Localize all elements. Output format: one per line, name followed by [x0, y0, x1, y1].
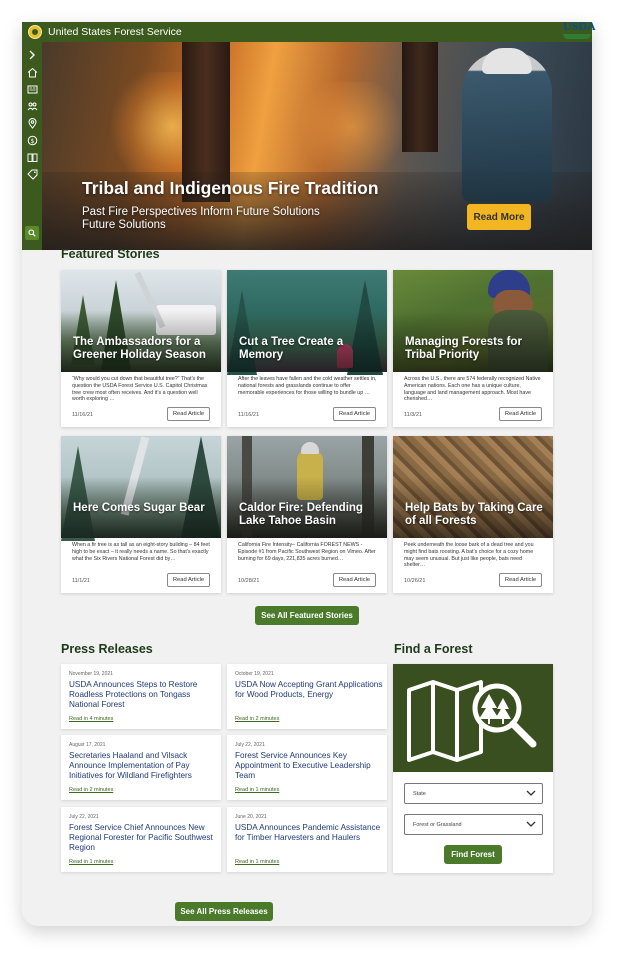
search-icon — [28, 229, 36, 237]
svg-text:$: $ — [30, 138, 34, 145]
hero-subtitle: Past Fire Perspectives Inform Future Sol… — [82, 206, 320, 231]
story-title[interactable]: Help Bats by Taking Care of all Forests — [405, 502, 549, 528]
agency-prefix: United States — [48, 26, 112, 38]
story-date: 11/1/21 — [72, 578, 90, 584]
press-read-time[interactable]: Read in 1 minutes — [69, 859, 113, 865]
press-releases-heading: Press Releases — [61, 642, 153, 656]
story-date: 11/3/21 — [404, 412, 422, 418]
story-card[interactable]: Help Bats by Taking Care of all Forests … — [393, 436, 553, 593]
press-date: July 22, 2021 — [235, 742, 265, 748]
story-title[interactable]: Cut a Tree Create a Memory — [239, 336, 383, 362]
hero-title: Tribal and Indigenous Fire Tradition — [82, 178, 379, 198]
featured-stories-heading: Featured Stories — [61, 247, 160, 261]
story-title[interactable]: Here Comes Sugar Bear — [73, 502, 217, 515]
press-title[interactable]: Secretaries Haaland and Vilsack Announce… — [69, 751, 217, 782]
sidebar-search-button[interactable] — [25, 226, 39, 240]
press-title[interactable]: Forest Service Announces Key Appointment… — [235, 751, 383, 782]
book-icon[interactable] — [25, 150, 39, 164]
forest-or-grassland-select[interactable]: Forest or Grassland — [404, 814, 543, 835]
press-read-time[interactable]: Read in 2 minutes — [235, 716, 279, 722]
story-excerpt: Across the U.S., there are 574 federally… — [404, 376, 541, 403]
press-date: August 17, 2021 — [69, 742, 106, 748]
find-a-forest-panel: State Forest or Grassland Find Forest — [393, 664, 553, 873]
press-read-time[interactable]: Read in 2 minutes — [69, 787, 113, 793]
press-title[interactable]: USDA Now Accepting Grant Applications fo… — [235, 680, 383, 700]
forest-map-illustration — [393, 664, 553, 772]
story-date: 11/16/21 — [72, 412, 94, 418]
tag-icon[interactable] — [25, 167, 39, 181]
press-release-item[interactable]: October 19, 2021 USDA Now Accepting Gran… — [227, 664, 387, 729]
story-excerpt: When a fir tree is as tall as an eight-s… — [72, 542, 210, 562]
story-excerpt: “Why would you cut down that beautiful t… — [72, 376, 208, 403]
see-all-featured-stories-button[interactable]: See All Featured Stories — [255, 606, 359, 625]
story-card[interactable]: Cut a Tree Create a Memory After the lea… — [227, 270, 387, 427]
usda-logo-text: USDA — [563, 19, 596, 33]
story-title[interactable]: Managing Forests for Tribal Priority — [405, 336, 549, 362]
chevron-down-icon — [526, 790, 536, 796]
story-excerpt: After the leaves have fallen and the col… — [238, 376, 377, 396]
map-pin-icon[interactable] — [25, 116, 39, 130]
read-article-button[interactable]: Read Article — [167, 573, 210, 587]
forest-service-seal-icon[interactable] — [28, 25, 42, 39]
map-search-icon — [407, 680, 537, 762]
press-title[interactable]: USDA Announces Steps to Restore Roadless… — [69, 680, 217, 711]
read-article-button[interactable]: Read Article — [499, 573, 542, 587]
chevron-down-icon — [526, 821, 536, 827]
state-select-placeholder: State — [413, 790, 426, 797]
read-article-button[interactable]: Read Article — [167, 407, 210, 421]
press-read-time[interactable]: Read in 4 minutes — [69, 716, 113, 722]
press-date: October 19, 2021 — [235, 671, 274, 677]
story-title[interactable]: The Ambassadors for a Greener Holiday Se… — [73, 336, 217, 362]
see-all-press-releases-button[interactable]: See All Press Releases — [175, 902, 273, 921]
dollar-circle-icon[interactable]: $ — [25, 133, 39, 147]
story-excerpt: California Fire Intensity– California FO… — [238, 542, 376, 562]
people-icon[interactable] — [25, 99, 39, 113]
story-date: 10/26/21 — [404, 578, 426, 584]
press-release-item[interactable]: June 20, 2021 USDA Announces Pandemic As… — [227, 807, 387, 872]
story-card[interactable]: The Ambassadors for a Greener Holiday Se… — [61, 270, 221, 427]
home-icon[interactable] — [25, 65, 39, 79]
agency-header: United States Forest Service — [22, 22, 592, 42]
press-title[interactable]: Forest Service Chief Announces New Regio… — [69, 823, 217, 854]
press-date: November 19, 2021 — [69, 671, 113, 677]
press-release-item[interactable]: August 17, 2021 Secretaries Haaland and … — [61, 735, 221, 800]
hero-read-more-button[interactable]: Read More — [467, 204, 531, 230]
press-read-time[interactable]: Read in 1 minutes — [235, 859, 279, 865]
forest-select-placeholder: Forest or Grassland — [413, 821, 462, 828]
press-date: July 22, 2021 — [69, 814, 99, 820]
find-a-forest-heading: Find a Forest — [394, 642, 473, 656]
chevron-right-icon[interactable] — [25, 48, 39, 62]
usda-logo[interactable]: USDA — [563, 19, 596, 42]
story-card[interactable]: Caldor Fire: Defending Lake Tahoe Basin … — [227, 436, 387, 593]
find-forest-button[interactable]: Find Forest — [444, 845, 502, 864]
story-title[interactable]: Caldor Fire: Defending Lake Tahoe Basin — [239, 502, 383, 528]
story-date: 10/28/21 — [238, 578, 260, 584]
press-date: June 20, 2021 — [235, 814, 267, 820]
read-article-button[interactable]: Read Article — [333, 407, 376, 421]
press-title[interactable]: USDA Announces Pandemic Assistance for T… — [235, 823, 383, 843]
press-release-item[interactable]: July 22, 2021 Forest Service Announces K… — [227, 735, 387, 800]
sidebar-nav: $ — [22, 42, 42, 250]
browser-frame: United States Forest Service $ Tribal an… — [22, 22, 592, 926]
story-card[interactable]: Managing Forests for Tribal Priority Acr… — [393, 270, 553, 427]
press-release-item[interactable]: July 22, 2021 Forest Service Chief Annou… — [61, 807, 221, 872]
story-date: 11/16/21 — [238, 412, 260, 418]
press-release-item[interactable]: November 19, 2021 USDA Announces Steps t… — [61, 664, 221, 729]
story-excerpt: Peek underneath the loose bark of a dead… — [404, 542, 534, 569]
state-select[interactable]: State — [404, 783, 543, 804]
hero-banner: Tribal and Indigenous Fire Tradition Pas… — [42, 42, 592, 250]
agency-name[interactable]: Forest Service — [114, 26, 182, 38]
read-article-button[interactable]: Read Article — [333, 573, 376, 587]
story-card[interactable]: Here Comes Sugar Bear When a fir tree is… — [61, 436, 221, 593]
press-read-time[interactable]: Read in 1 minutes — [235, 787, 279, 793]
read-article-button[interactable]: Read Article — [499, 407, 542, 421]
newspaper-icon[interactable] — [25, 82, 39, 96]
